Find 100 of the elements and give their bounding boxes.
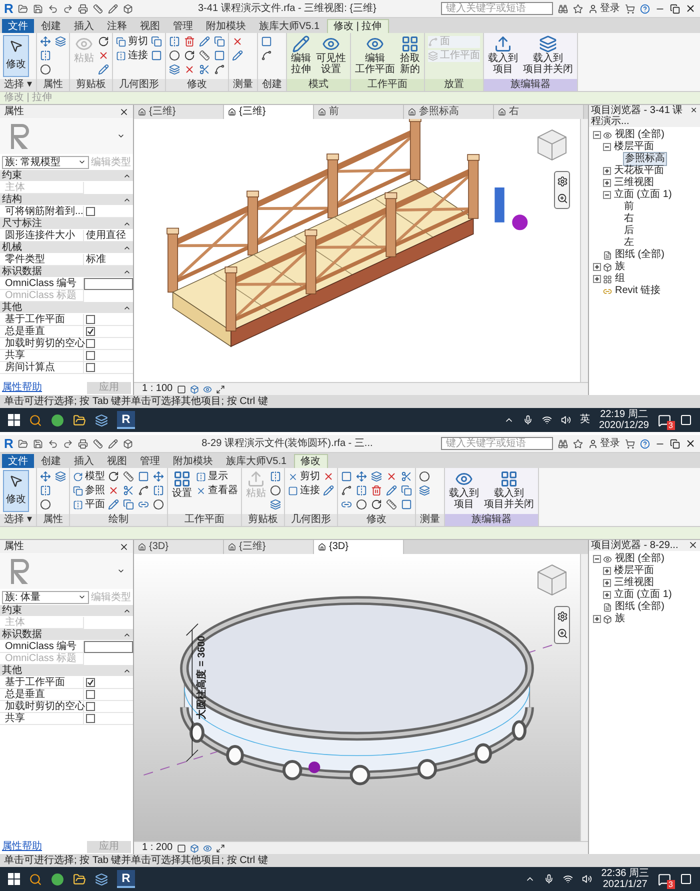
cube-icon[interactable]: [190, 384, 199, 394]
properties-help-link[interactable]: 属性帮助: [2, 841, 42, 853]
group-header[interactable]: 机械: [0, 242, 133, 254]
ribbon-small-button[interactable]: 连接: [288, 485, 320, 497]
ribbon-button[interactable]: 载入到 项目: [486, 35, 519, 75]
group-header[interactable]: 标识数据: [0, 629, 133, 641]
ribbon-tab[interactable]: 族库大师V5.1: [220, 454, 293, 468]
ribbon-tab[interactable]: 族库大师V5.1: [253, 19, 326, 33]
search-icon[interactable]: [29, 872, 42, 886]
expand-icon[interactable]: [603, 179, 611, 187]
tree-item[interactable]: 参照标高: [623, 152, 667, 166]
circle-app-icon[interactable]: [51, 414, 64, 426]
ribbon-tab[interactable]: 管理: [167, 19, 199, 33]
tree-item[interactable]: 组: [614, 273, 626, 285]
expand-icon[interactable]: [593, 615, 601, 623]
ribbon-small-button[interactable]: 平面: [72, 499, 105, 511]
checkbox[interactable]: [86, 702, 95, 711]
tree-item[interactable]: 前: [623, 201, 635, 213]
tree-item[interactable]: Revit 链接: [614, 285, 662, 297]
circle-app-icon[interactable]: [51, 872, 64, 886]
ribbon-small-button[interactable]: 模型: [72, 471, 105, 483]
group-header[interactable]: 结构: [0, 194, 133, 206]
tree-item[interactable]: 左: [623, 237, 635, 249]
ribbon-small-button[interactable]: 连接: [116, 50, 148, 62]
group-header[interactable]: 约束: [0, 170, 133, 182]
ribbon-button[interactable]: 拾取 新的: [398, 35, 421, 75]
expand-icon[interactable]: [593, 263, 601, 271]
windows-logo-icon[interactable]: [8, 414, 20, 426]
modify-button[interactable]: 修改: [3, 470, 29, 512]
microphone-icon[interactable]: [544, 874, 554, 884]
property-value[interactable]: 标准: [84, 254, 133, 265]
ribbon-tab[interactable]: 插入: [68, 19, 100, 33]
ribbon-tab[interactable]: 创建: [35, 454, 67, 468]
scrollbar[interactable]: [580, 554, 588, 841]
group-header[interactable]: 约束: [0, 605, 133, 617]
eye-icon[interactable]: [202, 384, 212, 394]
tree-item[interactable]: 楼层平面: [613, 565, 655, 577]
tree-item[interactable]: 三维视图: [613, 577, 655, 589]
tree-item[interactable]: 图纸 (全部): [614, 601, 666, 613]
ribbon-button[interactable]: 编辑 拉伸: [290, 35, 312, 75]
ribbon-button[interactable]: 载入到 项目并关闭: [482, 470, 535, 510]
view-tab[interactable]: 参照标高: [404, 105, 494, 119]
layers-icon[interactable]: [95, 872, 108, 886]
close-icon[interactable]: [119, 106, 129, 116]
folder-icon[interactable]: [73, 872, 86, 886]
expand-icon[interactable]: [603, 579, 611, 587]
ribbon-tab[interactable]: 视图: [134, 19, 166, 33]
tree-item[interactable]: 图纸 (全部): [614, 249, 666, 261]
tool-button[interactable]: [370, 499, 382, 510]
tool-button[interactable]: [168, 50, 180, 61]
square-icon[interactable]: [176, 384, 186, 394]
checkbox[interactable]: [86, 714, 95, 723]
network-icon[interactable]: [563, 874, 574, 884]
close-icon[interactable]: [688, 540, 698, 550]
view-tab[interactable]: {3D}: [134, 540, 224, 554]
tool-button[interactable]: [386, 499, 397, 510]
tool-button[interactable]: [40, 64, 51, 75]
expand-icon[interactable]: [603, 567, 611, 575]
view-scale[interactable]: 1 : 100: [142, 383, 173, 395]
crop-icon[interactable]: [216, 384, 225, 394]
app-logo[interactable]: R: [4, 2, 14, 15]
zoom-icon[interactable]: [556, 628, 568, 639]
tool-button[interactable]: [122, 471, 134, 482]
view-scale[interactable]: 1 : 200: [142, 842, 173, 854]
tree-item[interactable]: 立面 (立面 1): [613, 189, 673, 201]
app-logo[interactable]: R: [4, 437, 14, 450]
speaker-icon[interactable]: [560, 415, 571, 425]
tool-button[interactable]: [260, 50, 272, 61]
ribbon-button[interactable]: 载入到 项目并关闭: [522, 35, 574, 75]
ribbon-button[interactable]: 设置: [170, 470, 193, 499]
ribbon-small-button[interactable]: 剪切: [116, 36, 148, 48]
tool-button[interactable]: [152, 499, 164, 510]
login-button[interactable]: 登录: [588, 2, 620, 14]
search-icon[interactable]: [29, 414, 42, 426]
group-header[interactable]: 尺寸标注: [0, 218, 133, 230]
ribbon-small-button[interactable]: 显示: [196, 471, 238, 483]
expand-icon[interactable]: [593, 275, 601, 283]
ribbon-small-button[interactable]: 查看器: [196, 485, 238, 497]
placement-gizmo-icon[interactable]: [494, 187, 528, 230]
collapse-icon[interactable]: [603, 143, 611, 151]
revit-taskbar-button[interactable]: R: [117, 411, 135, 429]
input-method-indicator[interactable]: 英: [580, 414, 590, 426]
type-selector[interactable]: 族: 常规模型: [2, 156, 89, 168]
group-header[interactable]: 其他: [0, 665, 133, 677]
microphone-icon[interactable]: [522, 415, 533, 425]
scrollbar[interactable]: [580, 119, 588, 382]
checkbox[interactable]: [86, 351, 95, 360]
square-icon[interactable]: [176, 844, 186, 852]
tool-button[interactable]: [356, 499, 367, 510]
zoom-icon[interactable]: [556, 193, 568, 204]
tool-button[interactable]: [138, 485, 149, 496]
tree-item[interactable]: 族: [614, 261, 626, 273]
tool-button[interactable]: [270, 485, 281, 496]
grip-handle[interactable]: [308, 762, 320, 774]
cube-icon[interactable]: [190, 844, 199, 852]
ribbon-tab[interactable]: 文件: [2, 454, 34, 468]
modify-button[interactable]: 修改: [3, 35, 29, 77]
action-center-icon[interactable]: [680, 873, 692, 885]
revit-taskbar-button[interactable]: R: [117, 870, 135, 888]
tool-button[interactable]: [184, 50, 195, 61]
